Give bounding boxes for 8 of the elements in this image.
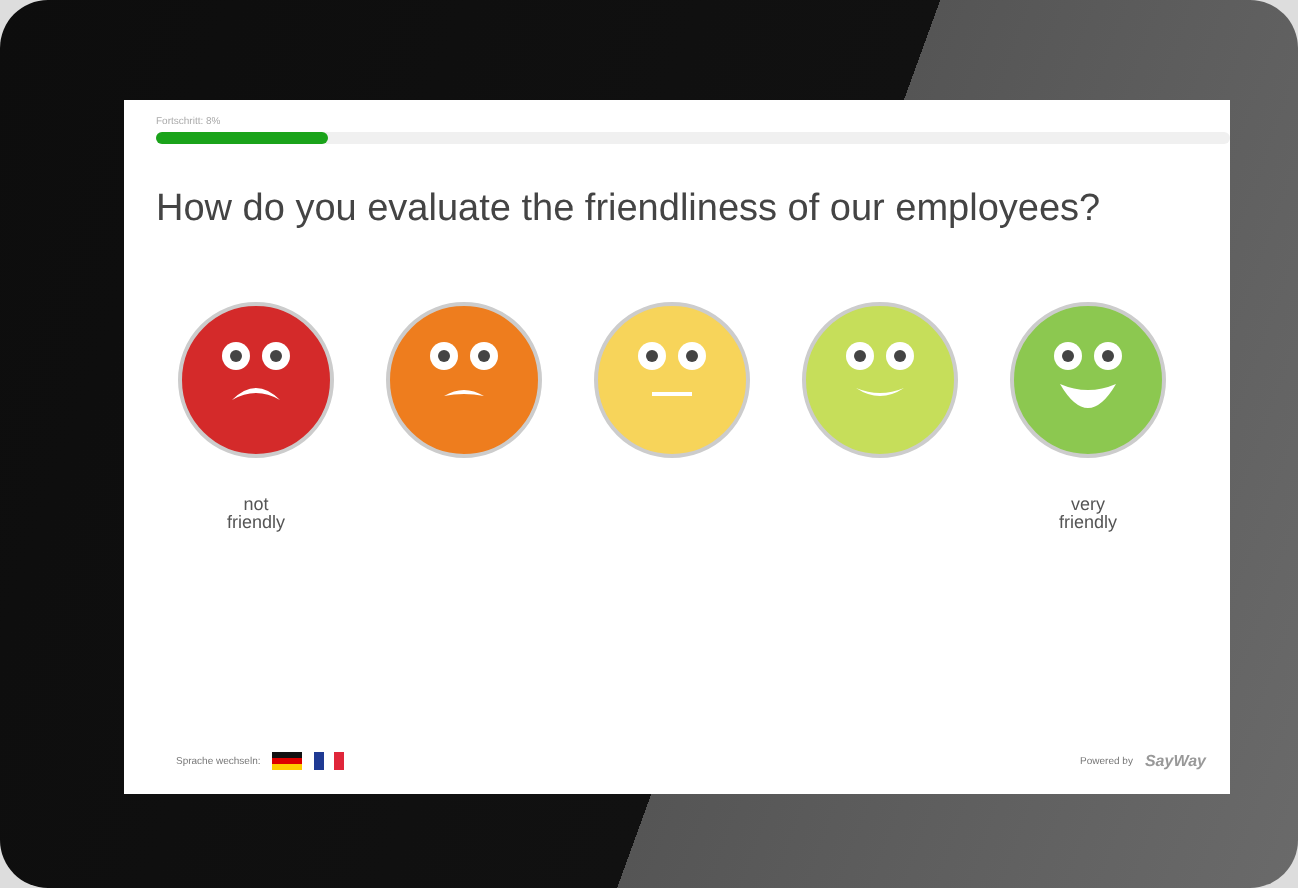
scale-label: not friendly — [224, 496, 287, 532]
flag-icon[interactable] — [314, 752, 345, 770]
question-text: How do you evaluate the friendliness of our employees? — [156, 192, 1103, 228]
smiley-face-icon[interactable] — [176, 300, 336, 460]
flag-icon[interactable] — [272, 752, 303, 770]
smiley-face-icon[interactable] — [384, 300, 544, 460]
scale-label: very friendly — [1056, 496, 1119, 532]
brand-logo: SayWay — [1144, 752, 1206, 770]
